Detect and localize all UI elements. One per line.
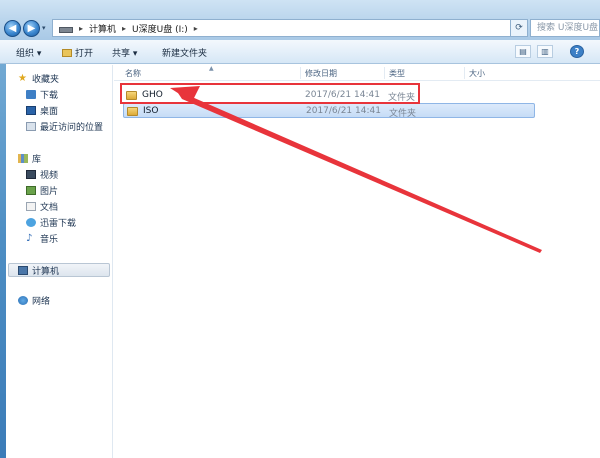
sort-up-icon: ▲ — [209, 65, 214, 72]
open-button-label: 打开 — [75, 49, 94, 59]
column-header-name[interactable]: 名称 — [125, 68, 141, 79]
nav-item-favorites[interactable]: ★ 收藏夹 — [18, 72, 60, 86]
search-input[interactable]: 搜索 U深度U盘 (I:) — [530, 19, 600, 37]
libraries-icon — [18, 154, 28, 163]
nav-label: 下载 — [40, 91, 59, 101]
chevron-right-icon[interactable]: ▸ — [194, 24, 198, 33]
column-header-row: ▲ 名称 修改日期 类型 大小 — [114, 65, 600, 81]
new-folder-button[interactable]: 新建文件夹 — [162, 46, 207, 59]
chevron-right-icon[interactable]: ▸ — [79, 24, 83, 33]
back-button[interactable]: ◀ — [4, 20, 21, 37]
file-row-selected[interactable]: ISO 2017/6/21 14:41 文件夹 — [123, 103, 535, 119]
forward-button[interactable]: ▶ — [23, 20, 40, 37]
column-divider[interactable] — [300, 67, 301, 79]
annotation-highlight-box — [120, 83, 420, 104]
thunder-icon — [26, 218, 36, 227]
file-list-pane: ▲ 名称 修改日期 类型 大小 GHO 2017/6/21 14:41 文件夹 … — [114, 65, 600, 458]
nav-label: 音乐 — [40, 235, 59, 245]
column-divider[interactable] — [384, 67, 385, 79]
nav-item-libraries[interactable]: 库 — [18, 152, 41, 165]
computer-icon — [18, 266, 28, 275]
folder-open-icon — [62, 49, 72, 57]
nav-item-desktop[interactable]: 桌面 — [26, 104, 58, 117]
picture-icon — [26, 186, 36, 195]
chevron-right-icon[interactable]: ▸ — [122, 24, 126, 33]
address-bar-row: ◀ ▶ ▾ ▸ 计算机 ▸ U深度U盘 (I:) ▸ ⟳ 搜索 U深度U盘 (I… — [0, 0, 600, 40]
drive-icon — [59, 26, 73, 33]
nav-label: 桌面 — [40, 107, 59, 117]
nav-item-documents[interactable]: 文档 — [26, 200, 58, 213]
nav-item-videos[interactable]: 视频 — [26, 168, 58, 181]
breadcrumb-usb-drive[interactable]: U深度U盘 (I:) — [132, 22, 188, 35]
nav-label: 收藏夹 — [32, 75, 60, 85]
history-dropdown-icon[interactable]: ▾ — [42, 24, 46, 32]
command-bar: 组织 ▾ 打开 共享 ▾ 新建文件夹 ▤ ▥ ? — [0, 40, 600, 64]
nav-label: 文档 — [40, 203, 59, 213]
address-bar[interactable]: ▸ 计算机 ▸ U深度U盘 (I:) ▸ — [52, 19, 528, 37]
network-icon — [18, 296, 28, 305]
open-button[interactable]: 打开 — [62, 46, 93, 59]
organize-menu-button[interactable]: 组织 ▾ — [16, 46, 41, 59]
file-name: ISO — [143, 106, 159, 116]
nav-label: 视频 — [40, 171, 59, 181]
nav-item-pictures[interactable]: 图片 — [26, 184, 58, 197]
nav-label: 库 — [32, 155, 42, 165]
nav-label: 计算机 — [32, 267, 60, 277]
nav-label: 最近访问的位置 — [40, 123, 104, 133]
help-icon[interactable]: ? — [570, 45, 584, 58]
video-icon — [26, 170, 36, 179]
navigation-pane: ★ 收藏夹 下载 桌面 最近访问的位置 库 视频 图片 文档 迅雷下载 ♪ 音乐… — [6, 65, 113, 458]
star-icon: ★ — [18, 73, 27, 84]
nav-item-computer[interactable]: 计算机 — [18, 264, 59, 277]
download-icon — [26, 90, 36, 99]
recent-places-icon — [26, 122, 36, 131]
column-header-size[interactable]: 大小 — [469, 68, 485, 79]
change-view-button[interactable]: ▤ — [515, 45, 531, 58]
file-type: 文件夹 — [389, 109, 417, 119]
music-note-icon: ♪ — [26, 233, 33, 244]
nav-item-thunder-downloads[interactable]: 迅雷下载 — [26, 216, 76, 229]
column-divider[interactable] — [464, 67, 465, 79]
document-icon — [26, 202, 36, 211]
column-header-type[interactable]: 类型 — [389, 68, 405, 79]
column-header-date[interactable]: 修改日期 — [305, 68, 337, 79]
nav-item-downloads[interactable]: 下载 — [26, 88, 58, 101]
preview-pane-button[interactable]: ▥ — [537, 45, 553, 58]
nav-label: 网络 — [32, 297, 51, 307]
nav-item-music[interactable]: ♪ 音乐 — [26, 232, 59, 246]
breadcrumb-computer[interactable]: 计算机 — [89, 22, 116, 35]
share-menu-button[interactable]: 共享 ▾ — [112, 46, 137, 59]
refresh-button[interactable]: ⟳ — [510, 19, 528, 37]
nav-label: 图片 — [40, 187, 59, 197]
nav-label: 迅雷下载 — [40, 219, 77, 229]
nav-item-recent[interactable]: 最近访问的位置 — [26, 120, 103, 133]
folder-icon — [127, 107, 138, 116]
file-date: 2017/6/21 14:41 — [306, 106, 381, 116]
nav-item-network[interactable]: 网络 — [18, 294, 50, 307]
desktop-icon — [26, 106, 36, 115]
